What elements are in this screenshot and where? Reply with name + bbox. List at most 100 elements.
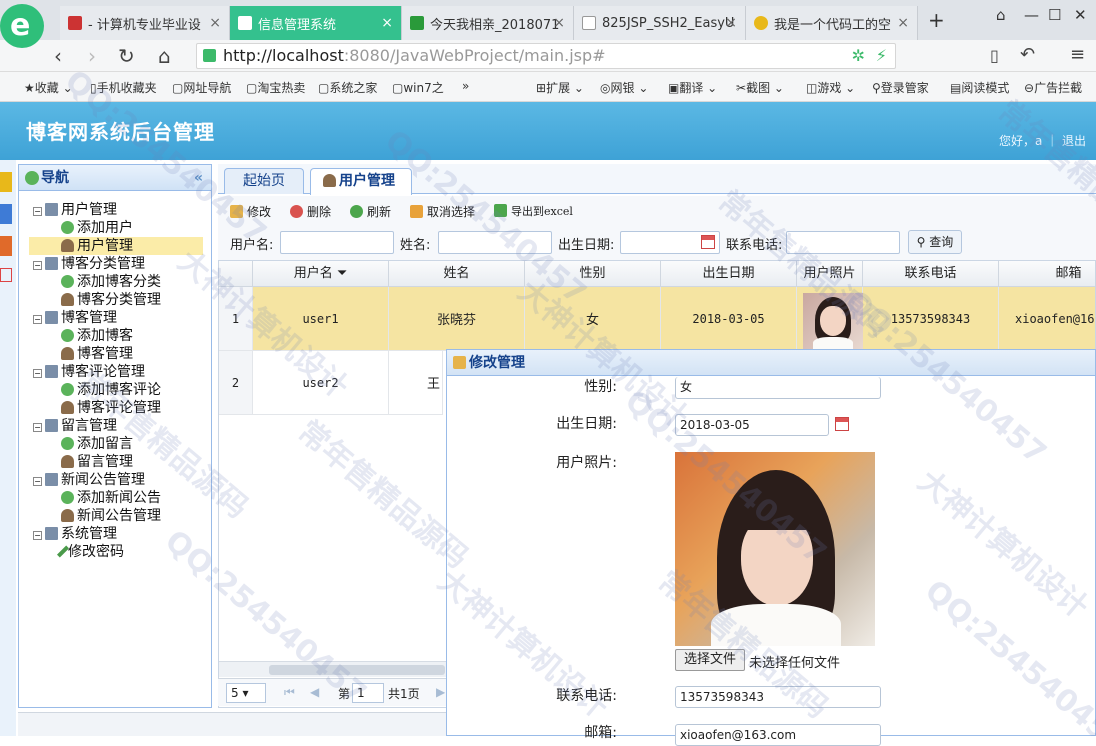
bookmark-mobile[interactable]: ▯手机收藏夹 xyxy=(90,79,157,96)
nav-item[interactable]: 用户管理 xyxy=(29,237,203,255)
minimize-icon[interactable]: — xyxy=(1024,6,1039,24)
ext-games[interactable]: ◫游戏 ⌄ xyxy=(806,79,855,96)
side-icon[interactable] xyxy=(0,172,12,192)
undo-icon[interactable]: ↶ xyxy=(1020,44,1035,65)
birth-input[interactable]: 2018-03-05 xyxy=(675,414,829,436)
bookmark-more[interactable]: » xyxy=(462,79,469,93)
close-tab-icon[interactable]: × xyxy=(897,15,909,31)
close-tab-icon[interactable]: × xyxy=(209,15,221,31)
nav-group[interactable]: − 博客管理 xyxy=(33,309,117,327)
nav-group[interactable]: − 新闻公告管理 xyxy=(33,471,145,489)
prev-page-icon[interactable]: ◀ xyxy=(310,685,319,699)
new-tab-button[interactable]: + xyxy=(928,8,945,32)
greeting-logout[interactable]: 您好，a ｜ 退出 xyxy=(999,132,1086,149)
collapse-toggle-icon[interactable]: − xyxy=(33,369,42,378)
choose-file-button[interactable]: 选择文件 xyxy=(675,649,745,671)
col-header-name[interactable]: 姓名 xyxy=(389,261,525,287)
scroll-thumb[interactable] xyxy=(269,665,445,675)
ext-adblock[interactable]: ⊖广告拦截 xyxy=(1024,79,1082,96)
tab-user-management[interactable]: 用户管理 × xyxy=(310,168,412,212)
phone-input[interactable]: 13573598343 xyxy=(675,686,881,708)
url-input[interactable]: http://localhost:8080/JavaWebProject/mai… xyxy=(196,43,896,69)
collapse-toggle-icon[interactable]: − xyxy=(33,315,42,324)
reload-icon[interactable]: ↻ xyxy=(118,44,135,68)
nav-item[interactable]: 添加用户 xyxy=(61,219,133,237)
col-header-username[interactable]: 用户名 ⏷ xyxy=(253,261,389,287)
bookmark-favorites[interactable]: ★收藏 ⌄ xyxy=(24,79,73,96)
collapse-toggle-icon[interactable]: − xyxy=(33,423,42,432)
col-header-phone[interactable]: 联系电话 xyxy=(863,261,999,287)
bolt-icon[interactable]: ⚡ xyxy=(876,44,887,68)
first-page-icon[interactable]: ⏮ xyxy=(284,685,295,700)
skin-icon[interactable]: ⌂ xyxy=(996,6,1006,24)
ext-translate[interactable]: ▣翻译 ⌄ xyxy=(668,79,717,96)
cell-username[interactable]: user2 xyxy=(253,351,389,415)
edit-button[interactable]: 修改 xyxy=(230,203,271,220)
browser-tab-3[interactable]: 今天我相亲_2018071 × xyxy=(402,6,574,40)
nav-item[interactable]: 添加博客评论 xyxy=(61,381,161,399)
name-input[interactable] xyxy=(438,231,552,254)
nav-group[interactable]: − 博客分类管理 xyxy=(33,255,145,273)
close-tab-icon[interactable]: × xyxy=(553,15,565,31)
nav-item[interactable]: 博客评论管理 xyxy=(61,399,161,417)
home-icon[interactable]: ⌂ xyxy=(158,44,171,68)
query-button[interactable]: ⚲ 查询 xyxy=(908,230,962,254)
cancel-select-button[interactable]: 取消选择 xyxy=(410,203,475,220)
close-tab-icon[interactable]: × xyxy=(725,15,737,31)
bookmark-nav[interactable]: ▢网址导航 xyxy=(172,79,231,96)
browser-tab-2[interactable]: 信息管理系统 × xyxy=(230,6,402,40)
side-icon[interactable] xyxy=(0,204,12,224)
menu-icon[interactable]: ≡ xyxy=(1070,44,1085,65)
export-excel-button[interactable]: 导出到excel xyxy=(494,203,573,219)
collapse-toggle-icon[interactable]: − xyxy=(33,531,42,540)
nav-group[interactable]: − 系统管理 xyxy=(33,525,117,543)
col-header-photo[interactable]: 用户照片 xyxy=(797,261,863,287)
collapse-toggle-icon[interactable]: − xyxy=(33,207,42,216)
nav-item[interactable]: 留言管理 xyxy=(61,453,133,471)
nav-group[interactable]: − 博客评论管理 xyxy=(33,363,145,381)
browser-tab-5[interactable]: 我是一个代码工的空 × xyxy=(746,6,918,40)
birth-input[interactable] xyxy=(620,231,720,254)
side-icon[interactable] xyxy=(0,236,12,256)
browser-tab-4[interactable]: 825JSP_SSH2_EasyU × xyxy=(574,6,746,40)
ext-screenshot[interactable]: ✂截图 ⌄ xyxy=(736,79,784,96)
cell-username[interactable]: user1 xyxy=(253,287,389,351)
gender-input[interactable]: 女 xyxy=(675,377,881,399)
maximize-icon[interactable]: ☐ xyxy=(1048,6,1061,24)
ext-bank[interactable]: ◎网银 ⌄ xyxy=(600,79,648,96)
collapse-toggle-icon[interactable]: − xyxy=(33,261,42,270)
nav-group[interactable]: − 用户管理 xyxy=(33,201,117,219)
bookmark-taobao[interactable]: ▢淘宝热卖 xyxy=(246,79,305,96)
nav-item[interactable]: 修改密码 xyxy=(56,543,124,561)
horizontal-scrollbar[interactable] xyxy=(219,661,447,677)
phone-input[interactable] xyxy=(786,231,900,254)
refresh-button[interactable]: 刷新 xyxy=(350,203,391,220)
cell-name[interactable]: 王 xyxy=(389,351,443,415)
cell-photo[interactable] xyxy=(797,287,863,351)
forward-icon[interactable]: › xyxy=(88,44,96,68)
calendar-icon[interactable] xyxy=(701,235,715,249)
side-icon[interactable] xyxy=(0,268,12,282)
cell-birth[interactable]: 2018-03-05 xyxy=(661,287,797,351)
page-size-select[interactable]: 5 ▾ xyxy=(226,683,266,703)
bookmark-win7[interactable]: ▢win7之 xyxy=(392,79,444,96)
cell-email[interactable]: xioaofen@163 xyxy=(999,287,1095,351)
cell-name[interactable]: 张晓芬 xyxy=(389,287,525,351)
ext-login[interactable]: ⚲登录管家 xyxy=(872,79,929,96)
nav-item[interactable]: 博客分类管理 xyxy=(61,291,161,309)
collapse-icon[interactable]: « xyxy=(194,165,203,191)
delete-button[interactable]: 删除 xyxy=(290,203,331,220)
ext-extension[interactable]: ⊞扩展 ⌄ xyxy=(536,79,584,96)
col-header-birth[interactable]: 出生日期 xyxy=(661,261,797,287)
collapse-toggle-icon[interactable]: − xyxy=(33,477,42,486)
ext-read[interactable]: ▤阅读模式 xyxy=(950,79,1009,96)
phone-icon[interactable]: ▯ xyxy=(990,46,999,65)
next-page-icon[interactable]: ▶ xyxy=(436,685,445,699)
nav-item[interactable]: 添加博客分类 xyxy=(61,273,161,291)
page-input[interactable]: 1 xyxy=(352,683,384,703)
browser-tab-1[interactable]: - 计算机专业毕业设 × xyxy=(60,6,230,40)
nav-group[interactable]: − 留言管理 xyxy=(33,417,117,435)
calendar-icon[interactable] xyxy=(835,417,849,431)
back-icon[interactable]: ‹ xyxy=(54,44,62,68)
close-window-icon[interactable]: ✕ xyxy=(1074,6,1087,24)
